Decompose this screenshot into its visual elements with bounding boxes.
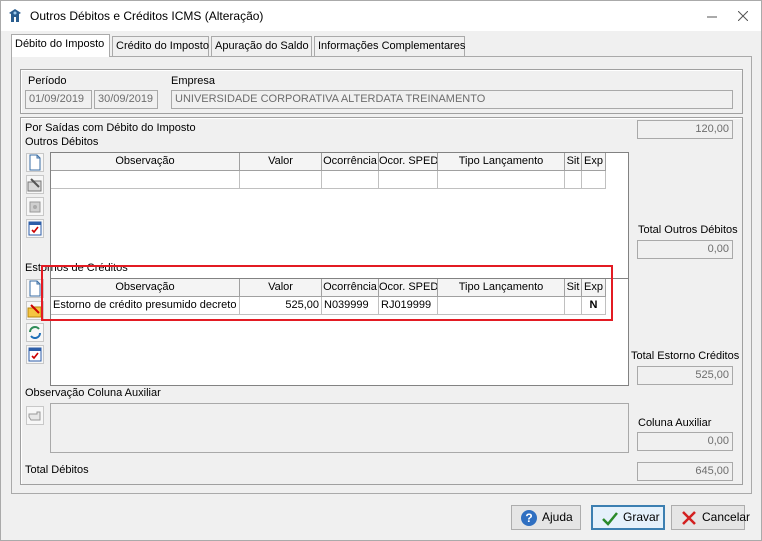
gravar-button[interactable]: Gravar	[591, 505, 665, 530]
svg-text:?: ?	[525, 511, 532, 525]
coluna-auxiliar-value[interactable]: 0,00	[637, 432, 733, 451]
column-header-observacao[interactable]: Observação	[51, 153, 240, 171]
column-header-exp[interactable]: Exp	[582, 153, 606, 171]
pointing-hand-icon	[28, 411, 41, 421]
table-cell[interactable]	[565, 171, 582, 189]
total-estorno-label: Total Estorno Créditos	[631, 350, 740, 362]
obs-auxiliar-label: Observação Coluna Auxiliar	[25, 387, 161, 399]
cancelar-button[interactable]: Cancelar	[671, 505, 750, 530]
delete-record-button[interactable]	[26, 197, 44, 216]
column-header-ocor-sped[interactable]: Ocor. SPED	[379, 153, 438, 171]
gravar-label: Gravar	[623, 510, 660, 524]
confirm-record-button[interactable]	[26, 219, 44, 238]
table-cell[interactable]	[322, 171, 379, 189]
ajuda-button[interactable]: ? Ajuda	[511, 505, 581, 530]
new-record-button[interactable]	[26, 153, 44, 172]
obs-auxiliar-field[interactable]	[50, 403, 629, 453]
tab-informacoes-complementares[interactable]: Informações Complementares	[314, 36, 465, 56]
minimize-button[interactable]	[698, 5, 726, 27]
saidas-label: Por Saídas com Débito do Imposto	[25, 122, 196, 134]
tab-debito-imposto[interactable]: Débito do Imposto	[11, 34, 110, 57]
confirm-estorno-button[interactable]	[26, 345, 44, 364]
tab-apuracao-saldo[interactable]: Apuração do Saldo	[211, 36, 312, 56]
outros-debitos-label: Outros Débitos	[25, 136, 99, 148]
periodo-inicio-field[interactable]: 01/09/2019	[25, 90, 92, 109]
column-header-ocorrencia[interactable]: Ocorrência	[322, 153, 379, 171]
periodo-label: Período	[28, 75, 67, 87]
title-bar: Outros Débitos e Créditos ICMS (Alteraçã…	[1, 1, 761, 31]
cancelar-label: Cancelar	[702, 510, 751, 524]
column-header-sit[interactable]: Sit	[565, 153, 582, 171]
close-button[interactable]	[729, 5, 757, 27]
close-icon	[737, 10, 749, 22]
window-title: Outros Débitos e Créditos ICMS (Alteraçã…	[30, 9, 264, 23]
open-folder-icon	[27, 178, 42, 192]
obs-auxiliar-button[interactable]	[26, 406, 44, 425]
empresa-field[interactable]: UNIVERSIDADE CORPORATIVA ALTERDATA TREIN…	[171, 90, 733, 109]
new-document-icon	[29, 154, 41, 171]
checklist-icon	[28, 221, 42, 236]
total-debitos-value[interactable]: 645,00	[637, 462, 733, 481]
highlight-box	[41, 265, 613, 321]
total-outros-debitos-value[interactable]: 0,00	[637, 240, 733, 259]
table-cell[interactable]	[379, 171, 438, 189]
tab-credito-imposto[interactable]: Crédito do Imposto	[112, 36, 209, 56]
table-cell[interactable]	[240, 171, 322, 189]
help-icon: ?	[521, 510, 537, 526]
table-cell[interactable]	[51, 171, 240, 189]
cancel-x-icon	[682, 511, 696, 525]
refresh-icon	[29, 326, 41, 339]
saidas-value[interactable]: 120,00	[637, 120, 733, 139]
coluna-auxiliar-label: Coluna Auxiliar	[638, 417, 712, 429]
total-debitos-label: Total Débitos	[25, 464, 89, 476]
app-icon	[9, 9, 21, 22]
checkmark-icon	[602, 512, 618, 526]
column-header-valor[interactable]: Valor	[240, 153, 322, 171]
refresh-estorno-button[interactable]	[26, 323, 44, 342]
edit-record-button[interactable]	[26, 175, 44, 194]
empresa-label: Empresa	[171, 75, 216, 87]
ajuda-label: Ajuda	[542, 510, 573, 524]
total-estorno-value[interactable]: 525,00	[637, 366, 733, 385]
dialog-window: Outros Débitos e Créditos ICMS (Alteraçã…	[0, 0, 762, 541]
minimize-icon	[707, 16, 717, 18]
table-cell[interactable]	[438, 171, 565, 189]
eraser-icon	[29, 201, 41, 213]
column-header-tipo-lancamento[interactable]: Tipo Lançamento	[438, 153, 565, 171]
table-cell[interactable]	[582, 171, 606, 189]
periodo-fim-field[interactable]: 30/09/2019	[94, 90, 158, 109]
checklist-icon	[28, 347, 42, 362]
total-outros-debitos-label: Total Outros Débitos	[638, 224, 738, 236]
